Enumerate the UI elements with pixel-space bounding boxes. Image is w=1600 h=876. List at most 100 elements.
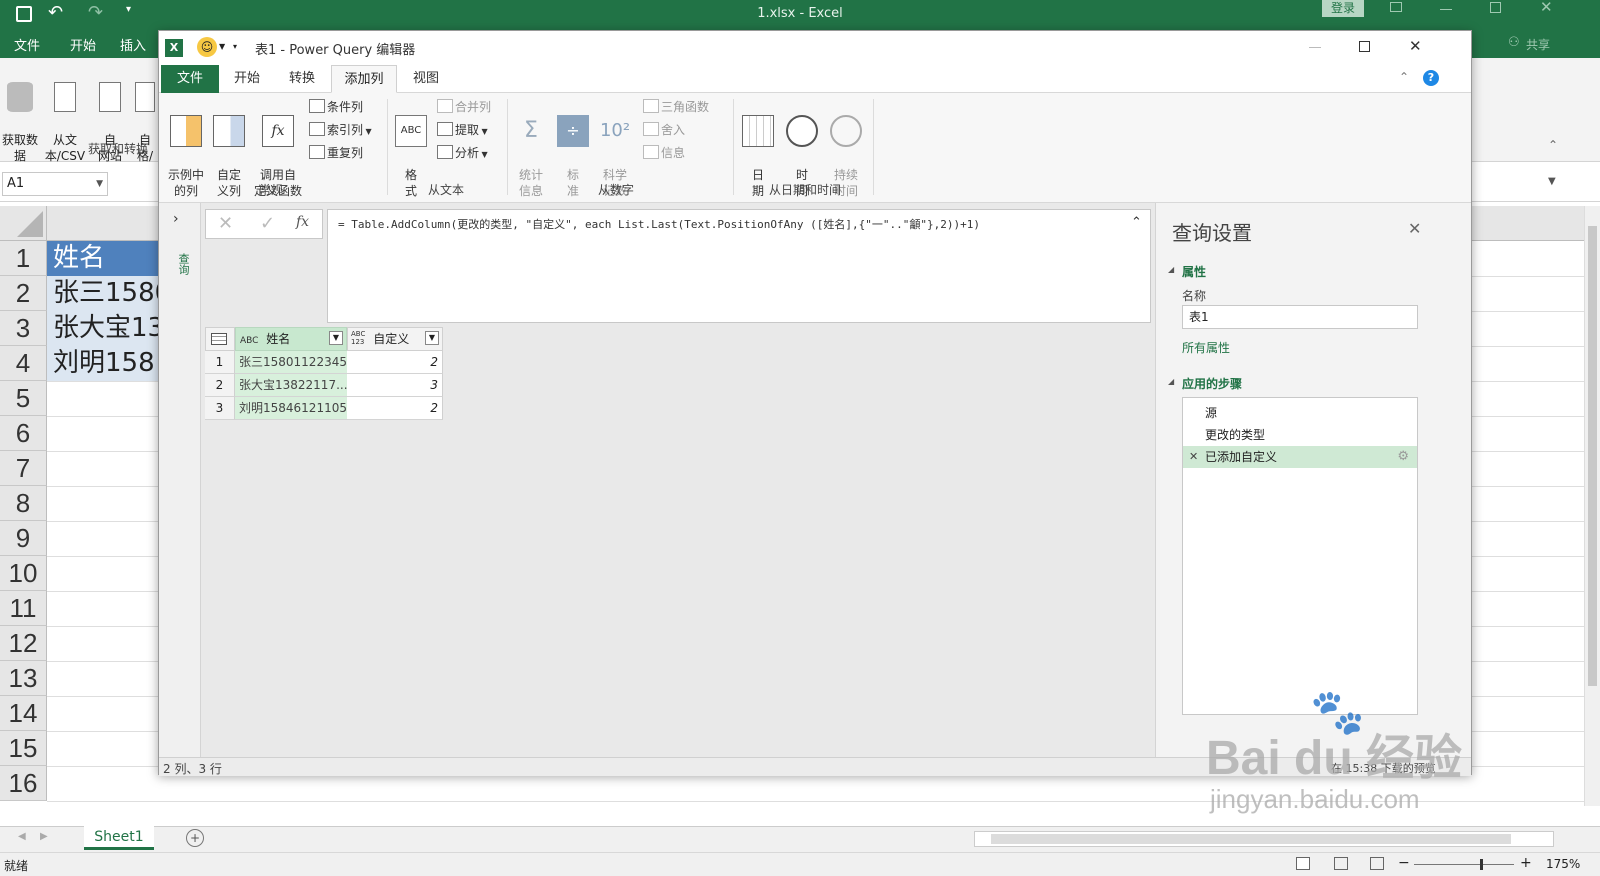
name-box[interactable]: A1 ▼ xyxy=(2,172,108,196)
smiley-feedback-icon[interactable]: ☺ xyxy=(197,37,217,57)
minimize-icon[interactable] xyxy=(1440,9,1452,10)
row-header[interactable]: 5 xyxy=(0,381,47,416)
table-cell-name[interactable]: 刘明15846121105 xyxy=(235,397,347,420)
row-header[interactable]: 11 xyxy=(0,591,47,626)
table-row-number[interactable]: 3 xyxy=(205,397,235,420)
collapse-ribbon-icon[interactable]: ⌃ xyxy=(1548,138,1558,152)
share-button[interactable]: 共享 xyxy=(1526,36,1550,53)
add-sheet-icon[interactable]: + xyxy=(186,829,204,847)
custom-column-button[interactable]: 自定 义列 xyxy=(211,99,247,199)
row-header[interactable]: 15 xyxy=(0,731,47,766)
fx-insert-function-icon[interactable]: fx xyxy=(296,214,309,230)
pq-minimize-icon[interactable] xyxy=(1309,47,1321,48)
login-button[interactable]: 登录 xyxy=(1322,0,1364,17)
expand-queries-icon[interactable]: › xyxy=(173,211,179,227)
cell-a3[interactable]: 张大宝13 xyxy=(47,311,159,346)
pq-tab-view[interactable]: 视图 xyxy=(399,65,453,93)
statistics-button[interactable]: Σ 统计 信息 xyxy=(511,99,551,199)
column-header-custom[interactable]: ABC 123 自定义 ▼ xyxy=(347,327,443,351)
filter-dropdown-icon[interactable]: ▼ xyxy=(425,331,439,345)
formula-input[interactable]: = Table.AddColumn(更改的类型, "自定义", each Lis… xyxy=(327,209,1151,323)
pq-tab-file[interactable]: 文件 xyxy=(161,65,219,93)
normal-view-icon[interactable] xyxy=(1296,857,1310,870)
cell-a2[interactable]: 张三1580 xyxy=(47,276,159,311)
rounding-button[interactable]: 舍入 xyxy=(643,120,685,140)
row-header[interactable]: 16 xyxy=(0,766,47,801)
conditional-column-button[interactable]: 条件列 xyxy=(309,97,363,117)
table-cell-custom[interactable]: 2 xyxy=(347,397,443,420)
merge-columns-button[interactable]: 合并列 xyxy=(437,97,491,117)
collapse-triangle-icon[interactable]: ◢ xyxy=(1168,377,1174,386)
row-header[interactable]: 13 xyxy=(0,661,47,696)
help-icon[interactable]: ? xyxy=(1423,70,1439,86)
vertical-scrollbar[interactable] xyxy=(1584,206,1600,806)
page-layout-icon[interactable] xyxy=(1334,857,1348,870)
select-all-corner[interactable] xyxy=(0,206,47,241)
step-item[interactable]: 源 xyxy=(1183,402,1417,424)
zoom-slider-thumb[interactable] xyxy=(1480,859,1483,870)
queries-pane-collapsed[interactable]: › 查询 xyxy=(159,203,201,757)
table-cell-custom[interactable]: 3 xyxy=(347,374,443,397)
step-settings-gear-icon[interactable]: ⚙ xyxy=(1397,446,1409,468)
standard-button[interactable]: ÷ 标 准 xyxy=(555,99,591,199)
row-header[interactable]: 9 xyxy=(0,521,47,556)
close-icon[interactable]: ✕ xyxy=(1540,0,1553,16)
table-menu-icon[interactable] xyxy=(205,327,235,351)
pq-tab-add-column[interactable]: 添加列 xyxy=(331,65,397,93)
formula-bar-expand-icon[interactable]: ▼ xyxy=(1548,176,1556,187)
row-header[interactable]: 2 xyxy=(0,276,47,311)
quick-access-dropdown-icon[interactable]: ▾ xyxy=(233,42,237,51)
pq-maximize-icon[interactable] xyxy=(1359,41,1370,52)
row-header[interactable]: 12 xyxy=(0,626,47,661)
cancel-formula-icon[interactable]: ✕ xyxy=(218,213,233,234)
filter-dropdown-icon[interactable]: ▼ xyxy=(329,331,343,345)
information-button[interactable]: 信息 xyxy=(643,143,685,163)
parse-button[interactable]: 分析 ▼ xyxy=(437,143,488,163)
all-properties-link[interactable]: 所有属性 xyxy=(1182,339,1230,356)
ribbon-collapse-icon[interactable]: ⌃ xyxy=(1399,70,1409,84)
get-data-button[interactable]: 获取数 据 xyxy=(0,66,40,164)
collapse-triangle-icon[interactable]: ◢ xyxy=(1168,265,1174,274)
page-break-icon[interactable] xyxy=(1370,857,1384,870)
row-header[interactable]: 4 xyxy=(0,346,47,381)
row-header[interactable]: 14 xyxy=(0,696,47,731)
extract-button[interactable]: 提取 ▼ xyxy=(437,120,488,140)
from-text-csv-button[interactable]: 从文 本/CSV xyxy=(42,66,88,164)
ribbon-display-icon[interactable] xyxy=(1390,2,1402,12)
table-row-number[interactable]: 1 xyxy=(205,351,235,374)
step-item-selected[interactable]: ✕ 已添加自定义 ⚙ xyxy=(1183,446,1417,468)
scroll-thumb[interactable] xyxy=(1588,226,1597,686)
zoom-level[interactable]: 175% xyxy=(1546,857,1580,871)
row-header[interactable]: 6 xyxy=(0,416,47,451)
close-settings-icon[interactable]: ✕ xyxy=(1408,219,1421,238)
zoom-slider[interactable] xyxy=(1414,859,1514,870)
row-header[interactable]: 1 xyxy=(0,241,47,276)
cell-a1-header[interactable]: 姓名 xyxy=(47,241,159,276)
zoom-in-icon[interactable]: + xyxy=(1520,855,1532,871)
row-header[interactable]: 7 xyxy=(0,451,47,486)
table-cell-name[interactable]: 张大宝13822117... xyxy=(235,374,347,397)
zoom-out-icon[interactable]: − xyxy=(1398,855,1410,871)
pq-tab-home[interactable]: 开始 xyxy=(221,65,273,93)
step-item[interactable]: 更改的类型 xyxy=(1183,424,1417,446)
sheet-next-icon[interactable]: ▶ xyxy=(40,831,48,842)
query-name-input[interactable]: 表1 xyxy=(1182,305,1418,329)
row-header[interactable]: 8 xyxy=(0,486,47,521)
sheet-prev-icon[interactable]: ◀ xyxy=(18,831,26,842)
column-from-examples-button[interactable]: 示例中 的列 xyxy=(163,99,209,199)
column-header-name[interactable]: ABC 姓名 ▼ xyxy=(235,327,347,351)
row-header[interactable]: 10 xyxy=(0,556,47,591)
feedback-dropdown-icon[interactable]: ▼ xyxy=(219,42,225,51)
delete-step-icon[interactable]: ✕ xyxy=(1189,446,1198,468)
pq-tab-transform[interactable]: 转换 xyxy=(275,65,329,93)
table-cell-name[interactable]: 张三15801122345 xyxy=(235,351,347,374)
horizontal-scrollbar[interactable] xyxy=(974,831,1554,847)
h-scroll-thumb[interactable] xyxy=(991,834,1511,844)
pq-close-icon[interactable]: ✕ xyxy=(1409,37,1422,55)
formula-collapse-icon[interactable]: ⌃ xyxy=(1131,215,1142,230)
commit-formula-icon[interactable]: ✓ xyxy=(260,213,275,234)
table-row-number[interactable]: 2 xyxy=(205,374,235,397)
sheet-tab-sheet1[interactable]: Sheet1 xyxy=(84,826,154,850)
tab-home[interactable]: 开始 xyxy=(70,35,96,54)
trigonometry-button[interactable]: 三角函数 xyxy=(643,97,709,117)
